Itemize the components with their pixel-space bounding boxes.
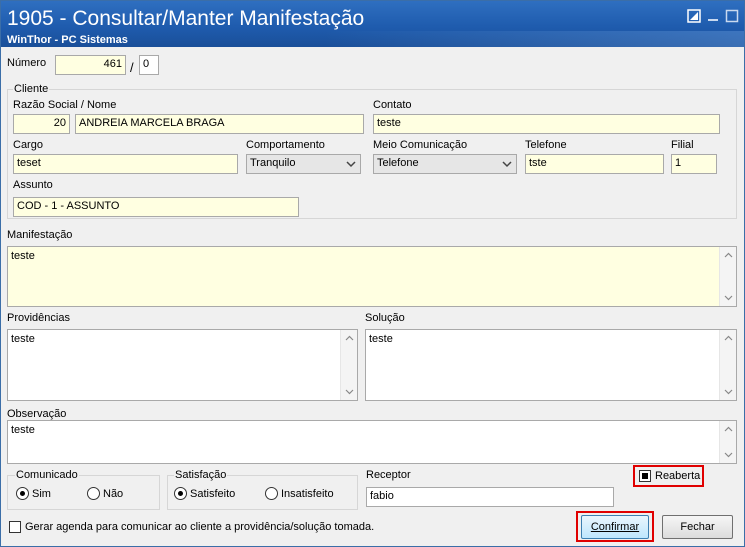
confirmar-button[interactable]: Confirmar	[581, 515, 649, 539]
solucao-label: Solução	[365, 312, 405, 324]
providencias-label: Providências	[7, 312, 70, 324]
filial-input[interactable]: 1	[671, 154, 717, 174]
comunicado-label: Comunicado	[15, 469, 79, 481]
filial-label: Filial	[671, 139, 694, 151]
comunicado-nao-radio[interactable]: Não	[87, 487, 123, 500]
observacao-label: Observação	[7, 408, 67, 420]
assunto-input[interactable]: COD - 1 - ASSUNTO	[13, 197, 299, 217]
providencias-textarea[interactable]: teste	[7, 329, 358, 401]
scroll-up-icon[interactable]	[724, 334, 733, 343]
cliente-codigo-input[interactable]: 20	[13, 114, 70, 134]
meio-comunicacao-value: Telefone	[377, 157, 419, 169]
satisfacao-insatisfeito-radio[interactable]: Insatisfeito	[265, 487, 334, 500]
comunicado-sim-label: Sim	[32, 487, 51, 500]
numero-separator: /	[130, 60, 134, 75]
observacao-text: teste	[11, 424, 35, 436]
comunicado-sim-radio[interactable]: Sim	[16, 487, 51, 500]
numero-seq-input[interactable]: 0	[139, 55, 159, 75]
satisfacao-label: Satisfação	[174, 469, 228, 481]
scroll-up-icon[interactable]	[724, 251, 733, 260]
radio-selected-icon	[174, 487, 187, 500]
window-title: 1905 - Consultar/Manter Manifestação	[7, 7, 365, 30]
receptor-input[interactable]: fabio	[366, 487, 614, 507]
comportamento-label: Comportamento	[246, 139, 325, 151]
manifestacao-textarea[interactable]: teste	[7, 246, 737, 307]
numero-label: Número	[7, 57, 47, 69]
fechar-button[interactable]: Fechar	[662, 515, 733, 539]
telefone-input[interactable]: tste	[525, 154, 664, 174]
manifestacao-text: teste	[11, 250, 35, 262]
fechar-label: Fechar	[680, 521, 715, 533]
assunto-label: Assunto	[13, 179, 53, 191]
solucao-textarea[interactable]: teste	[365, 329, 737, 401]
contato-label: Contato	[373, 99, 412, 111]
radio-unselected-icon	[87, 487, 100, 500]
cliente-nome-input[interactable]: ANDREIA MARCELA BRAGA	[75, 114, 364, 134]
reaberta-checkbox[interactable]: Reaberta	[639, 470, 700, 482]
chevron-down-icon	[344, 157, 358, 171]
title-bar: 1905 - Consultar/Manter Manifestação Win…	[1, 1, 744, 47]
scroll-up-icon[interactable]	[345, 334, 354, 343]
comportamento-select[interactable]: Tranquilo	[246, 154, 361, 174]
satisfacao-satisfeito-label: Satisfeito	[190, 487, 236, 500]
cargo-label: Cargo	[13, 139, 43, 151]
solucao-text: teste	[369, 333, 393, 345]
providencias-scrollbar[interactable]	[340, 330, 357, 400]
chevron-down-icon	[500, 157, 514, 171]
comunicado-nao-label: Não	[103, 487, 124, 500]
confirmar-label: Confirmar	[590, 521, 640, 533]
manifestacao-scrollbar[interactable]	[719, 247, 736, 306]
contato-input[interactable]: teste	[373, 114, 720, 134]
scroll-down-icon[interactable]	[724, 450, 733, 459]
razao-social-label: Razão Social / Nome	[13, 99, 117, 111]
reaberta-label: Reaberta	[655, 470, 701, 482]
observacao-scrollbar[interactable]	[719, 421, 736, 463]
checkbox-checked-icon	[639, 470, 651, 482]
meio-comunicacao-select[interactable]: Telefone	[373, 154, 517, 174]
maximize-icon[interactable]	[725, 9, 739, 23]
cliente-group-label: Cliente	[13, 83, 50, 95]
title-bar-stripe	[324, 31, 744, 47]
cargo-input[interactable]: teset	[13, 154, 238, 174]
window-subtitle: WinThor - PC Sistemas	[7, 34, 128, 46]
satisfacao-satisfeito-radio[interactable]: Satisfeito	[174, 487, 235, 500]
observacao-textarea[interactable]: teste	[7, 420, 737, 464]
minimize-icon[interactable]	[706, 9, 720, 23]
satisfacao-insatisfeito-label: Insatisfeito	[281, 487, 334, 500]
manifestacao-label: Manifestação	[7, 229, 73, 241]
radio-unselected-icon	[265, 487, 278, 500]
main-window: 1905 - Consultar/Manter Manifestação Win…	[0, 0, 745, 547]
meio-comunicacao-label: Meio Comunicação	[373, 139, 468, 151]
numero-input[interactable]: 461	[55, 55, 126, 75]
scroll-up-icon[interactable]	[724, 425, 733, 434]
edit-window-icon[interactable]	[687, 9, 701, 23]
telefone-label: Telefone	[525, 139, 567, 151]
scroll-down-icon[interactable]	[724, 293, 733, 302]
gerar-agenda-checkbox[interactable]: Gerar agenda para comunicar ao cliente a…	[9, 521, 374, 533]
solucao-scrollbar[interactable]	[719, 330, 736, 400]
gerar-agenda-label: Gerar agenda para comunicar ao cliente a…	[25, 521, 375, 533]
radio-selected-icon	[16, 487, 29, 500]
scroll-down-icon[interactable]	[345, 387, 354, 396]
comportamento-value: Tranquilo	[250, 157, 296, 169]
checkbox-unchecked-icon	[9, 521, 21, 533]
scroll-down-icon[interactable]	[724, 387, 733, 396]
providencias-text: teste	[11, 333, 35, 345]
receptor-label: Receptor	[366, 469, 411, 481]
